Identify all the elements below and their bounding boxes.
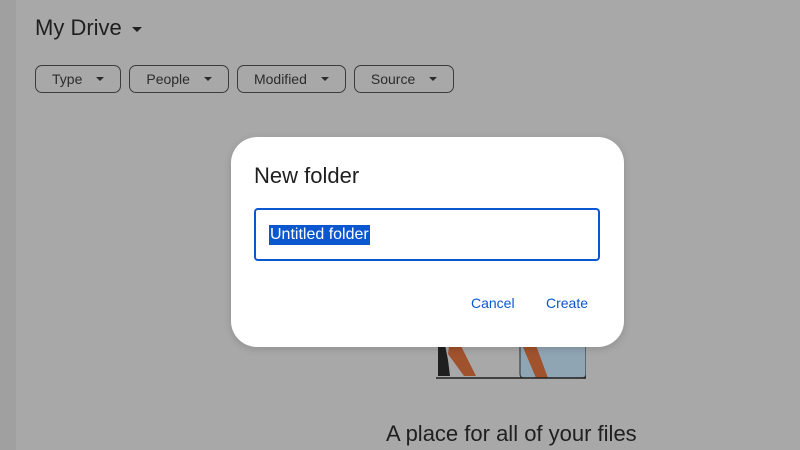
- create-button[interactable]: Create: [546, 295, 588, 311]
- empty-state-text: A place for all of your files: [386, 421, 637, 446]
- filter-type[interactable]: Type: [35, 65, 122, 93]
- chevron-down-icon: [131, 26, 142, 32]
- filter-label: Source: [370, 71, 416, 87]
- new-folder-dialog: New folder Untitled folder Cancel Create: [231, 137, 624, 347]
- folder-name-value[interactable]: Untitled folder: [269, 224, 370, 245]
- chevron-down-icon: [320, 77, 329, 81]
- left-panel: [0, 0, 16, 450]
- chevron-down-icon: [96, 77, 105, 81]
- filter-chips: Type People Modified Source: [35, 65, 455, 93]
- my-drive-menu[interactable]: My Drive: [35, 15, 142, 41]
- folder-name-input[interactable]: Untitled folder: [254, 208, 600, 261]
- dialog-title: New folder: [254, 163, 360, 188]
- filter-people[interactable]: People: [129, 65, 229, 93]
- cancel-button[interactable]: Cancel: [471, 295, 515, 311]
- filter-label: People: [146, 71, 190, 87]
- chevron-down-icon: [429, 77, 438, 81]
- filter-label: Type: [52, 71, 83, 87]
- chevron-down-icon: [203, 77, 212, 81]
- filter-source[interactable]: Source: [353, 65, 455, 93]
- filter-modified[interactable]: Modified: [236, 65, 346, 93]
- filter-label: Modified: [253, 71, 307, 87]
- page-title: My Drive: [35, 15, 122, 40]
